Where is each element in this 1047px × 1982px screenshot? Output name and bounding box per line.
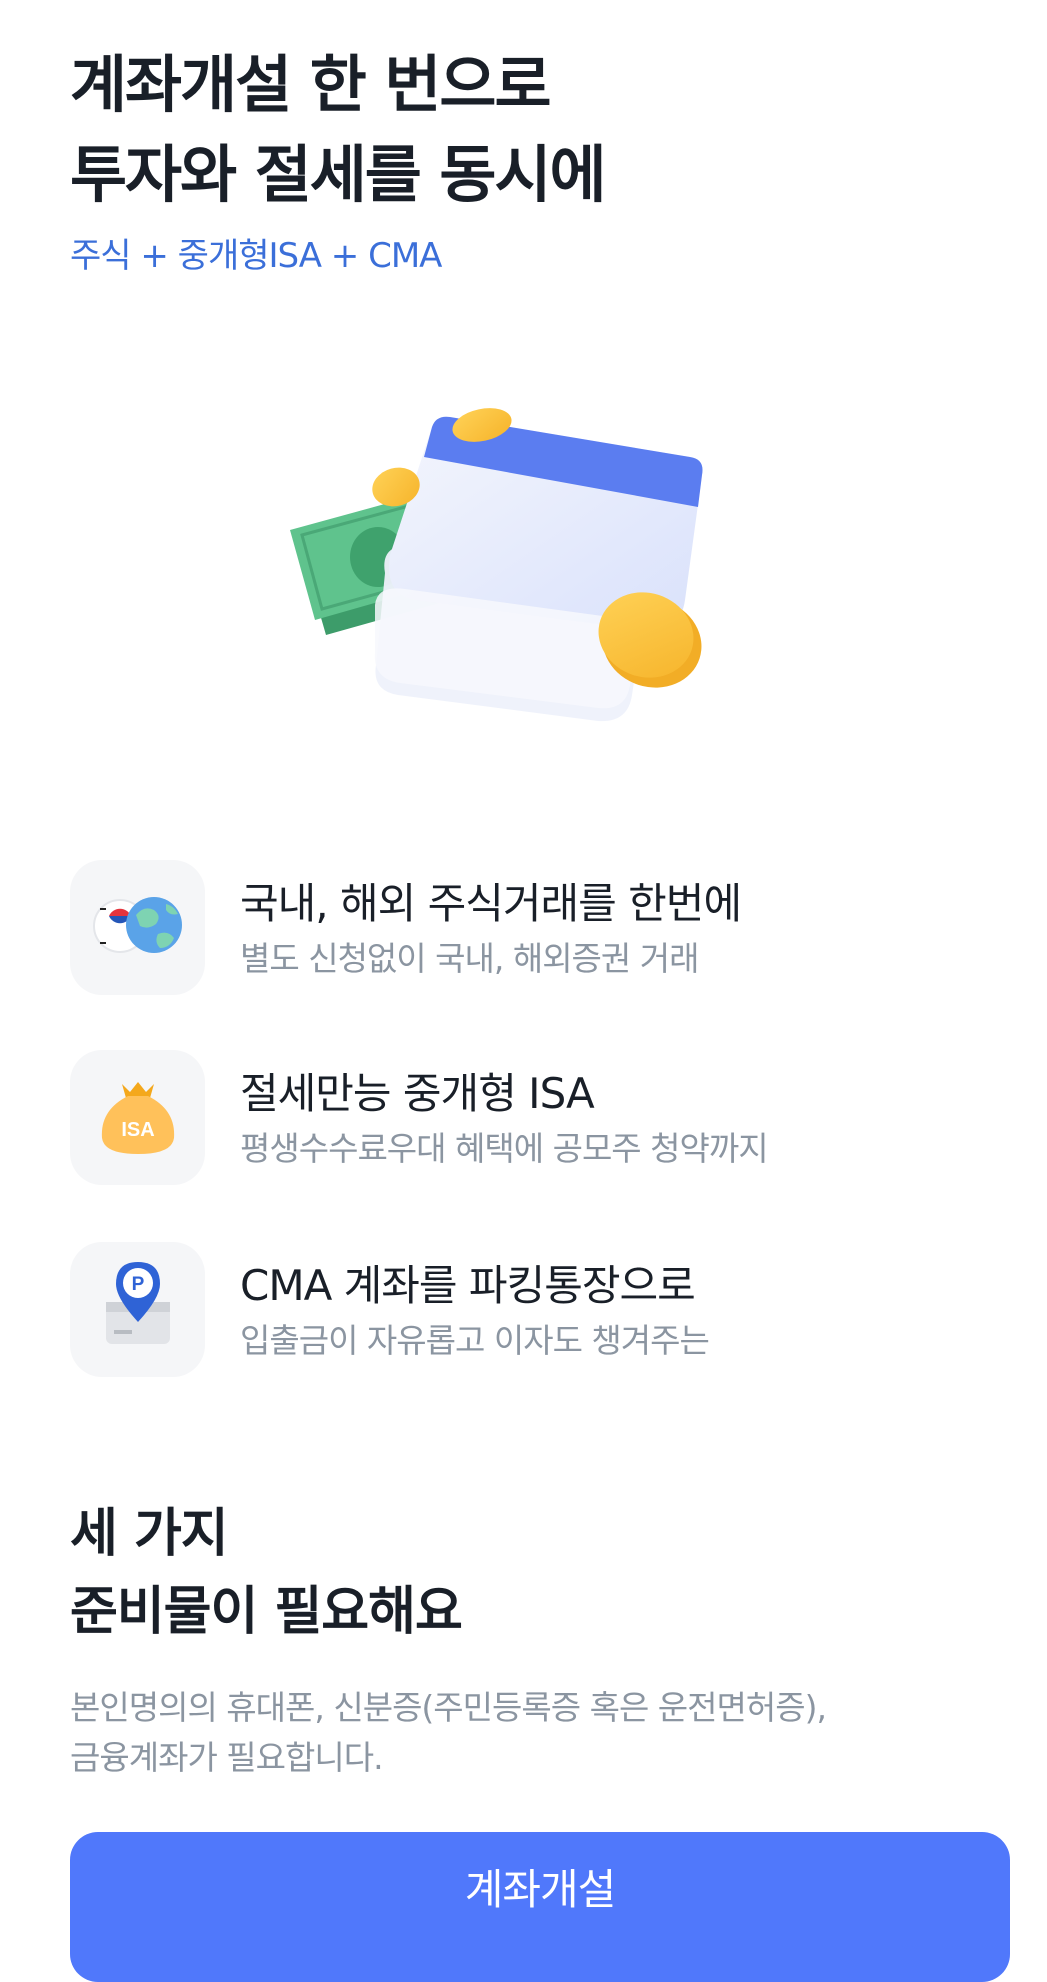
feature-title: 국내, 해외 주식거래를 한번에 [240,879,742,928]
parking-icon-label: P [132,1274,145,1295]
page-title-line-1: 계좌개설 한 번으로 [70,48,551,121]
requirements-description: 본인명의의 휴대폰, 신분증(주민등록증 혹은 운전면허증), 금융계좌가 필요… [70,1683,990,1783]
requirements-desc-line-1: 본인명의의 휴대폰, 신분증(주민등록증 혹은 운전면허증), [70,1688,827,1727]
feature-description: 별도 신청없이 국내, 해외증권 거래 [240,939,699,978]
feature-description: 평생수수료우대 혜택에 공모주 청약까지 [240,1129,769,1168]
parking-pin-icon: P [106,1262,170,1344]
requirements-desc-line-2: 금융계좌가 필요합니다. [70,1738,384,1777]
feature-title: CMA 계좌를 파킹통장으로 [240,1261,696,1310]
isa-money-bag-icon: ISA [101,1082,175,1154]
feature-icon-box: P [70,1242,205,1377]
feature-description: 입출금이 자유롭고 이자도 챙겨주는 [240,1321,710,1360]
requirements-title: 세 가지 준비물이 필요해요 [70,1495,463,1651]
open-account-button[interactable]: 계좌개설 [70,1832,1010,1982]
feature-title: 절세만능 중개형 ISA [240,1069,595,1118]
feature-stock-trading: 국내, 해외 주식거래를 한번에 별도 신청없이 국내, 해외증권 거래 [70,860,970,995]
page-title: 계좌개설 한 번으로 투자와 절세를 동시에 [70,40,607,220]
feature-icon-box [70,860,205,995]
wallet-money-illustration [290,408,703,722]
feature-icon-box: ISA [70,1050,205,1185]
requirements-title-line-2: 준비물이 필요해요 [70,1582,463,1642]
globe-flag-icon [93,897,182,953]
feature-isa: ISA 절세만능 중개형 ISA 평생수수료우대 혜택에 공모주 청약까지 [70,1050,970,1185]
requirements-title-line-1: 세 가지 [70,1504,229,1564]
feature-cma: P CMA 계좌를 파킹통장으로 입출금이 자유롭고 이자도 챙겨주는 [70,1242,970,1377]
isa-icon-label: ISA [121,1119,154,1141]
page-subtitle: 주식 + 중개형ISA + CMA [70,236,442,276]
page-title-line-2: 투자와 절세를 동시에 [70,138,607,211]
